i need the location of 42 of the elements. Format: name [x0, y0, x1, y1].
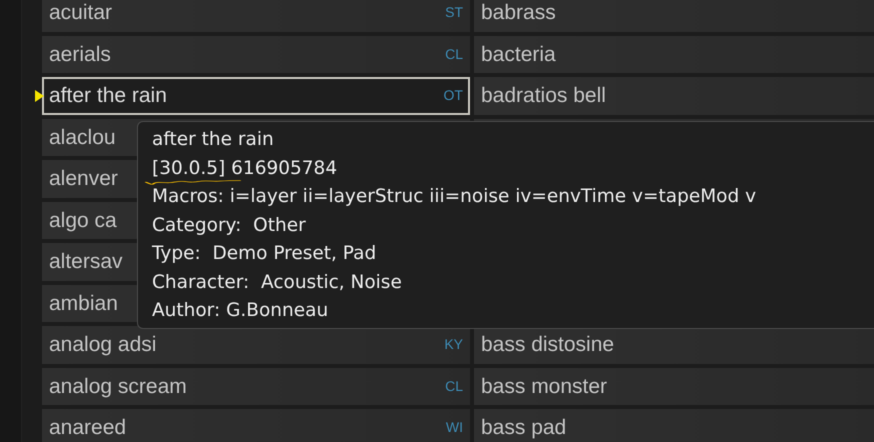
tooltip-line: Author: G.Bonneau [152, 300, 328, 322]
preset-item[interactable]: anareed WI [42, 409, 470, 442]
preset-name: acuitar [49, 0, 112, 26]
preset-item[interactable]: bacteria [474, 36, 874, 73]
preset-item[interactable]: babrass [474, 0, 874, 32]
preset-item[interactable]: aerials CL [42, 36, 470, 73]
preset-item[interactable]: analog scream CL [42, 368, 470, 405]
preset-name: after the rain [49, 83, 167, 109]
preset-name: bass pad [481, 415, 566, 441]
tooltip-line: Macros: i=layer ii=layerStruc iii=noise iv=envTime v=tapeMod v [152, 186, 756, 208]
preset-name: alaclou [49, 124, 116, 150]
preset-name: anareed [49, 415, 126, 441]
preset-name: badratios bell [481, 83, 606, 109]
tooltip-line: after the rain [152, 129, 274, 151]
category-tag: CL [445, 376, 463, 397]
preset-item[interactable]: bass monster [474, 368, 874, 405]
preset-name: aerials [49, 42, 111, 68]
preset-item[interactable]: bass pad [474, 409, 874, 442]
preset-name: babrass [481, 0, 556, 26]
category-tag: WI [446, 417, 463, 438]
tooltip-line: [30.0.5] 616905784 [152, 158, 338, 180]
tooltip-line: Character: Acoustic, Noise [152, 272, 402, 294]
preset-name: bass monster [481, 374, 608, 400]
preset-name: algo ca [49, 208, 117, 234]
preset-name: analog adsi [49, 332, 156, 358]
preset-name: bass distosine [481, 332, 614, 358]
preset-item[interactable]: acuitar ST [42, 0, 470, 32]
preset-item[interactable]: analog adsi KY [42, 326, 470, 364]
category-tag: CL [445, 44, 463, 65]
preset-name: analog scream [49, 374, 187, 400]
category-tag: KY [444, 334, 463, 356]
category-tag: ST [445, 2, 463, 24]
preset-item[interactable]: badratios bell [474, 77, 874, 114]
preset-name: bacteria [481, 42, 556, 68]
preset-item[interactable]: after the rain OT [42, 77, 470, 114]
tooltip-line: Category: Other [152, 214, 306, 236]
category-tag: OT [444, 85, 463, 106]
preset-name: ambian [49, 290, 118, 316]
preset-item[interactable]: bass distosine [474, 326, 874, 364]
tooltip-line: Type: Demo Preset, Pad [152, 243, 376, 265]
preset-name: altersav [49, 249, 123, 275]
preset-name: alenver [49, 166, 118, 192]
